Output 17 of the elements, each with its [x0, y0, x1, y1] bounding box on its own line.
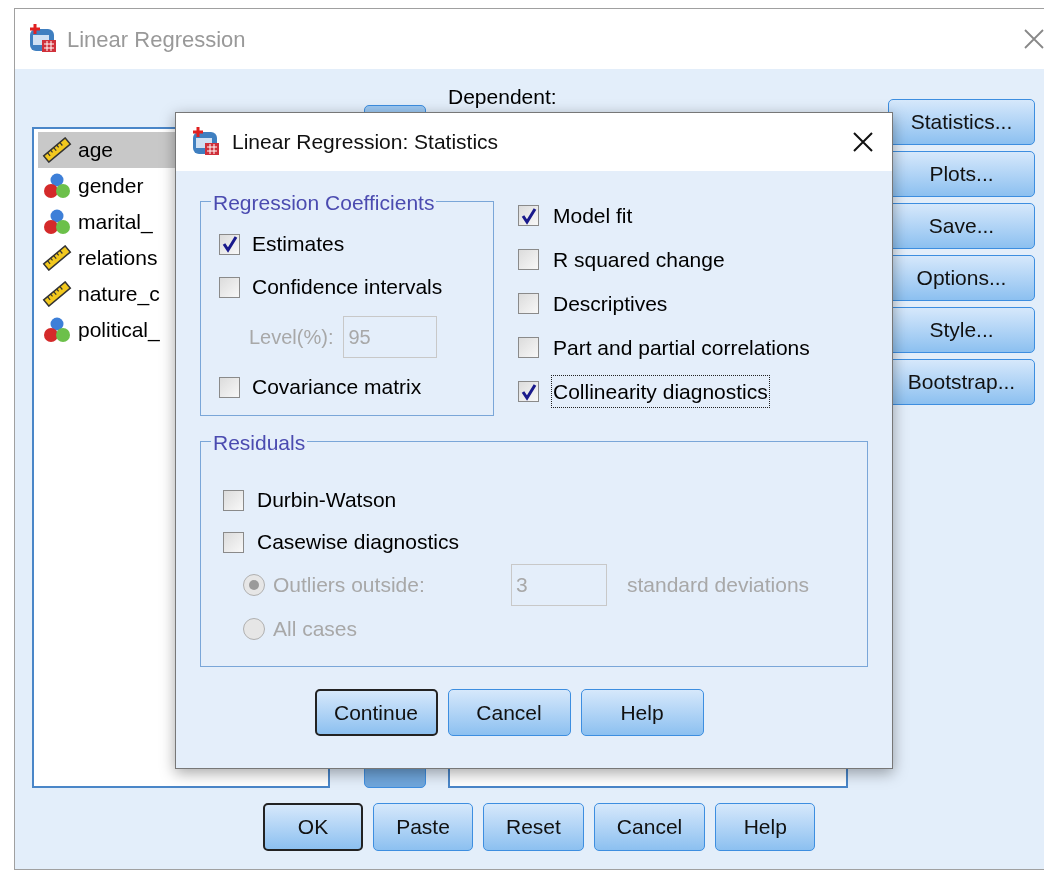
checkbox-label: Estimates — [252, 231, 345, 258]
checkbox-label: Descriptives — [552, 290, 669, 317]
radio-label: Outliers outside: — [273, 572, 426, 599]
checkbox-label: Part and partial correlations — [552, 334, 811, 361]
field-label: Dependent: — [448, 84, 557, 110]
field-label: Level(%): — [249, 325, 334, 350]
checkbox-label: Covariance matrix — [252, 374, 422, 401]
checkbox-label: R squared change — [552, 246, 726, 273]
window-title: Linear Regression — [67, 25, 246, 54]
checkbox-label: Casewise diagnostics — [257, 529, 459, 556]
radio-label: All cases — [273, 616, 359, 643]
checkbox-label: Model fit — [552, 202, 634, 229]
dialog-title: Linear Regression: Statistics — [232, 129, 499, 156]
checkbox-label: Collinearity diagnostics — [551, 374, 770, 409]
unit-label: standard deviations — [627, 572, 810, 599]
checkbox-label: Confidence intervals — [252, 274, 443, 301]
checkbox-label: Durbin-Watson — [257, 487, 397, 514]
